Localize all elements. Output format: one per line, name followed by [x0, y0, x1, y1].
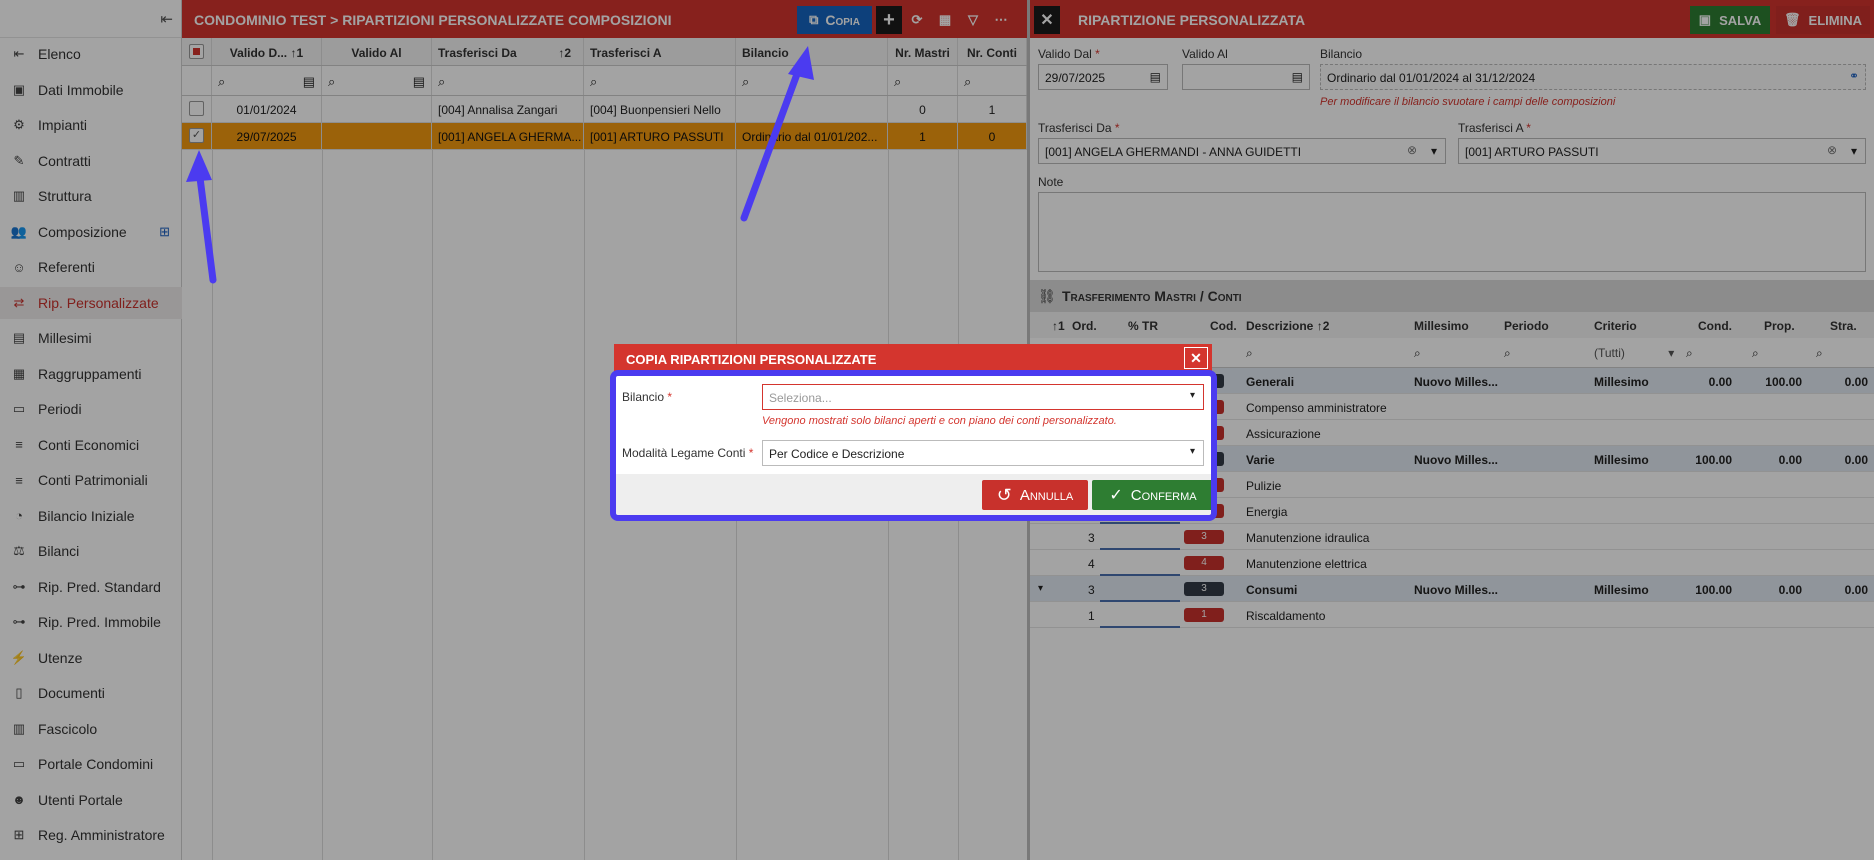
annotation-highlight-box	[610, 370, 1217, 521]
dialog-header: COPIA RIPARTIZIONI PERSONALIZZATE ✕	[614, 344, 1212, 372]
close-icon: ✕	[1190, 350, 1202, 366]
dialog-title: COPIA RIPARTIZIONI PERSONALIZZATE	[626, 352, 877, 367]
dialog-close-button[interactable]: ✕	[1184, 347, 1208, 369]
